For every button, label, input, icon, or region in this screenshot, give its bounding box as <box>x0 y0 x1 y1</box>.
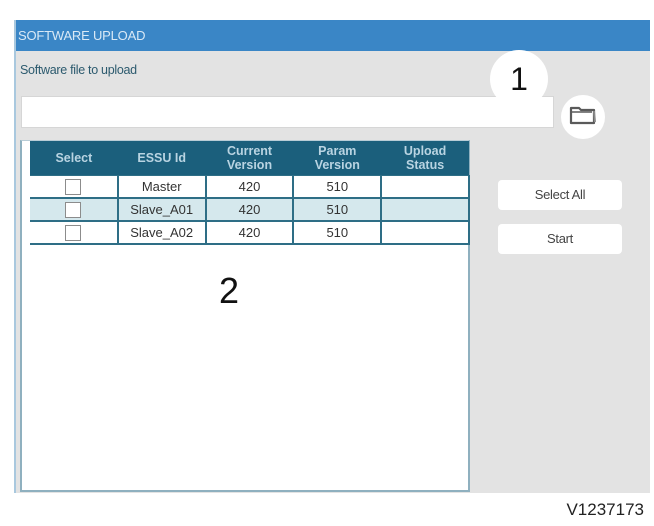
current-version-cell: 420 <box>204 220 295 245</box>
upload-status-cell <box>380 197 470 222</box>
essu-id-cell: Master <box>116 175 207 199</box>
file-to-upload-label: Software file to upload <box>20 63 137 77</box>
table-row[interactable]: Slave_A01 420 510 <box>30 197 470 222</box>
file-path-input[interactable] <box>21 96 554 128</box>
row-select-checkbox[interactable] <box>65 178 82 195</box>
upload-status-cell <box>380 175 470 199</box>
table-row[interactable]: Master 420 510 <box>30 175 470 199</box>
param-version-cell: 510 <box>292 175 383 199</box>
column-header-param-version: Param Version <box>293 141 382 176</box>
essu-table: Select ESSU Id Current Version Param Versi… <box>30 141 470 245</box>
row-select-checkbox[interactable] <box>65 224 82 241</box>
browse-folder-button[interactable] <box>561 95 605 139</box>
essu-id-cell: Slave_A01 <box>116 197 207 222</box>
folder-icon <box>568 103 598 132</box>
row-select-checkbox[interactable] <box>65 201 82 218</box>
callout-marker-1: 1 <box>490 50 548 108</box>
figure-reference-code: V1237173 <box>566 500 644 519</box>
essu-id-cell: Slave_A02 <box>116 220 207 245</box>
select-all-button[interactable]: Select All <box>498 180 622 210</box>
table-row[interactable]: Slave_A02 420 510 <box>30 220 470 245</box>
column-header-select: Select <box>30 141 118 176</box>
table-header-row: Select ESSU Id Current Version Param Versi… <box>30 141 469 176</box>
column-header-essu-id: ESSU Id <box>117 141 206 176</box>
column-header-upload-status: Upload Status <box>381 141 469 176</box>
window-title: SOFTWARE UPLOAD <box>16 20 650 51</box>
column-header-current-version: Current Version <box>205 141 294 176</box>
current-version-cell: 420 <box>204 197 295 222</box>
essu-table-container: Select ESSU Id Current Version Param Versi… <box>20 140 470 492</box>
callout-marker-2: 2 <box>218 270 240 311</box>
start-button[interactable]: Start <box>498 224 622 254</box>
current-version-cell: 420 <box>204 175 295 199</box>
param-version-cell: 510 <box>292 220 383 245</box>
param-version-cell: 510 <box>292 197 383 222</box>
upload-status-cell <box>380 220 470 245</box>
